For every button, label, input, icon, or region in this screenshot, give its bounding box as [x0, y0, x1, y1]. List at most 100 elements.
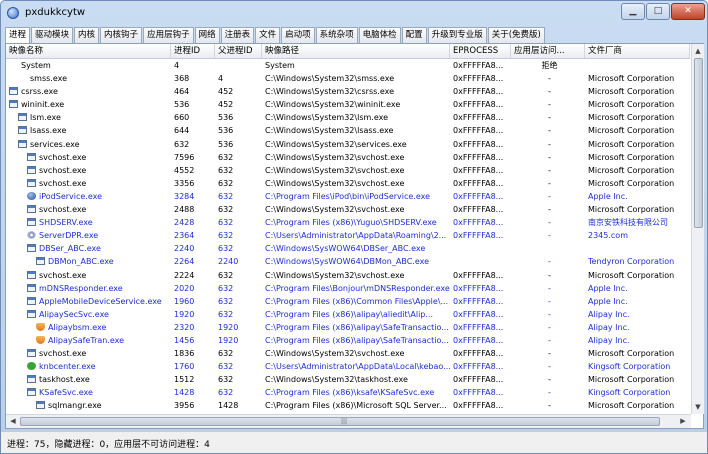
column-header-2[interactable]: 父进程ID	[215, 44, 262, 58]
cell-path: C:\Windows\System32\svchost.exe	[265, 205, 405, 215]
minimize-button[interactable]: ▁	[621, 3, 645, 20]
process-name-cell: mDNSResponder.exe	[6, 282, 171, 295]
process-window-icon	[27, 270, 36, 279]
cell-ppid: 632	[218, 388, 234, 398]
cell-access: -	[548, 191, 551, 201]
cell-vendor: Microsoft Corporation	[588, 205, 675, 215]
cell-vendor: Kingsoft Corporation	[588, 362, 671, 372]
table-row[interactable]: iPodService.exe 3284 632 C:\Program Files\i…	[6, 190, 690, 203]
tab-1[interactable]: 驱动模块	[31, 27, 74, 43]
column-header-6[interactable]: 文件厂商	[585, 44, 690, 58]
process-name: svchost.exe	[39, 165, 87, 175]
table-row[interactable]: ServerDPR.exe 2364 632 C:\Users\Administrat…	[6, 229, 690, 242]
tab-6[interactable]: 注册表	[220, 27, 255, 43]
table-row[interactable]: DBSer_ABC.exe 2240 632 C:\Windows\SysWOW64\…	[6, 242, 690, 255]
cell-pid: 3284	[174, 191, 195, 201]
process-name-cell: services.exe	[6, 138, 171, 151]
column-header-0[interactable]: 映像名称	[6, 44, 171, 58]
tab-7[interactable]: 文件	[255, 27, 281, 43]
cell-vendor: Apple Inc.	[588, 283, 628, 293]
scroll-up-arrow-icon[interactable]: ▲	[692, 45, 704, 57]
cell-vendor: Microsoft Corporation	[588, 113, 675, 123]
cell-pid: 2224	[174, 270, 195, 280]
scroll-right-arrow-icon[interactable]: ▶	[677, 415, 689, 428]
tab-4[interactable]: 应用层钩子	[143, 27, 194, 43]
table-row[interactable]: KSafeSvc.exe 1428 632 C:\Program Files (x86…	[6, 386, 690, 399]
process-disc-icon	[27, 231, 36, 240]
cell-vendor: 南京安铁科技有限公司	[588, 218, 668, 228]
table-row[interactable]: lsm.exe 660 536 C:\Windows\System32\lsm.exe…	[6, 111, 690, 124]
scroll-left-arrow-icon[interactable]: ◀	[7, 415, 19, 428]
maximize-button[interactable]: □	[646, 3, 670, 20]
process-name: lsm.exe	[30, 113, 61, 123]
process-name-cell: svchost.exe	[6, 269, 171, 282]
tab-5[interactable]: 网络	[194, 27, 220, 43]
cell-access: -	[548, 401, 551, 411]
column-header-5[interactable]: 应用层访问...	[511, 44, 585, 58]
cell-vendor: Microsoft Corporation	[588, 165, 675, 175]
tab-11[interactable]: 配置	[401, 27, 427, 43]
cell-path: C:\Program Files (x86)\alipay\SafeTransa…	[265, 322, 449, 332]
process-name: services.exe	[30, 139, 80, 149]
table-row[interactable]: svchost.exe 2224 632 C:\Windows\System32\sv…	[6, 269, 690, 282]
table-row[interactable]: AlipaySecSvc.exe 1920 632 C:\Program Files …	[6, 308, 690, 321]
table-row[interactable]: taskhost.exe 1512 632 C:\Windows\System32\t…	[6, 373, 690, 386]
column-header-1[interactable]: 进程ID	[171, 44, 215, 58]
table-row[interactable]: knbcenter.exe 1760 632 C:\Users\Administrat…	[6, 360, 690, 373]
vertical-scrollbar[interactable]: ▲ ▼	[691, 44, 704, 414]
cell-vendor: Tendyron Corporation	[588, 257, 675, 267]
status-bar: 进程：75，隐藏进程：0，应用层不可访问进程：4	[1, 431, 707, 453]
table-row[interactable]: mDNSResponder.exe 2020 632 C:\Program Files…	[6, 282, 690, 295]
table-row[interactable]: Alipaybsm.exe 2320 1920 C:\Program Files (x…	[6, 321, 690, 334]
tab-9[interactable]: 系统杂项	[315, 27, 358, 43]
table-row[interactable]: SHDSERV.exe 2428 632 C:\Program Files (x86)…	[6, 216, 690, 229]
scroll-down-arrow-icon[interactable]: ▼	[692, 401, 704, 413]
cell-vendor: Microsoft Corporation	[588, 74, 675, 84]
title-bar[interactable]: pxdukkcytw ▁ □ ✕	[1, 1, 707, 25]
table-row[interactable]: System 4 System 0xFFFFFA8... 拒绝	[6, 59, 690, 72]
cell-access: -	[548, 270, 551, 280]
tab-8[interactable]: 启动项	[281, 27, 315, 43]
table-row[interactable]: smss.exe 368 4 C:\Windows\System32\smss.exe…	[6, 72, 690, 85]
cell-access: -	[548, 388, 551, 398]
column-header-4[interactable]: EPROCESS	[450, 44, 511, 58]
column-header-3[interactable]: 映像路径	[262, 44, 450, 58]
process-name: iPodService.exe	[39, 191, 103, 201]
process-name-cell: ServerDPR.exe	[6, 229, 171, 242]
main-window: pxdukkcytw ▁ □ ✕ 进程 驱动模块 内核 内核钩子 应用层钩子 网络 注册表文…	[0, 0, 708, 454]
cell-path: C:\Program Files (x86)\Yuguo\SHDSERV.exe	[265, 218, 437, 228]
table-row[interactable]: sqlmangr.exe 3956 1428 C:\Program Files (x8…	[6, 399, 690, 412]
cell-pid: 1512	[174, 375, 195, 385]
tab-12[interactable]: 升级到专业版	[427, 27, 487, 43]
vertical-scroll-thumb[interactable]	[694, 58, 703, 228]
table-row[interactable]: svchost.exe 1836 632 C:\Windows\System32\sv…	[6, 347, 690, 360]
table-row[interactable]: svchost.exe 7596 632 C:\Windows\System32\sv…	[6, 151, 690, 164]
process-window-icon	[18, 126, 27, 135]
table-row[interactable]: DBMon_ABC.exe 2264 2240 C:\Windows\SysWOW64…	[6, 255, 690, 268]
tab-13[interactable]: 关于(免费版)	[487, 27, 545, 43]
table-row[interactable]: AppleMobileDeviceService.exe 1960 632 C:\Pr…	[6, 295, 690, 308]
tab-0[interactable]: 进程	[5, 27, 31, 44]
cell-path: C:\Program Files (x86)\alipay\SafeTransa…	[265, 335, 449, 345]
table-row[interactable]: svchost.exe 3356 632 C:\Windows\System32\sv…	[6, 177, 690, 190]
cell-ppid: 2240	[218, 257, 239, 267]
tab-3[interactable]: 内核钩子	[100, 27, 143, 43]
table-row[interactable]: wininit.exe 536 452 C:\Windows\System32\win…	[6, 98, 690, 111]
table-row[interactable]: svchost.exe 2488 632 C:\Windows\System32\sv…	[6, 203, 690, 216]
table-row[interactable]: lsass.exe 644 536 C:\Windows\System32\lsass…	[6, 124, 690, 137]
horizontal-scrollbar[interactable]: ◀ ||| ▶	[6, 414, 691, 428]
process-blank-icon	[9, 61, 18, 69]
cell-access	[511, 242, 585, 255]
tab-2[interactable]: 内核	[74, 27, 100, 43]
table-row[interactable]: AlipaySafeTran.exe 1456 1920 C:\Program Fil…	[6, 334, 690, 347]
cell-eprocess: 0xFFFFFA8...	[453, 349, 504, 359]
table-row[interactable]: services.exe 632 536 C:\Windows\System32\se…	[6, 138, 690, 151]
horizontal-scroll-thumb[interactable]: |||	[20, 417, 660, 426]
table-row[interactable]: svchost.exe 4552 632 C:\Windows\System32\sv…	[6, 164, 690, 177]
cell-pid: 644	[174, 126, 190, 136]
table-row[interactable]: csrss.exe 464 452 C:\Windows\System32\csrss…	[6, 85, 690, 98]
cell-vendor: Microsoft Corporation	[588, 100, 675, 110]
close-button[interactable]: ✕	[671, 3, 705, 20]
tab-10[interactable]: 电脑体检	[358, 27, 401, 43]
process-name-cell: AppleMobileDeviceService.exe	[6, 295, 171, 308]
